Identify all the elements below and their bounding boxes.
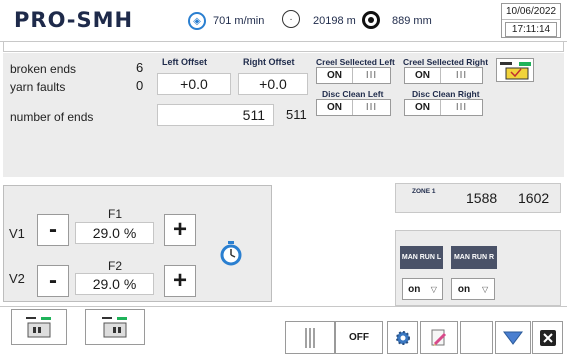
zone-label: ZONE 1 [412, 188, 436, 195]
creel-right-icon [102, 317, 127, 338]
right-offset-input[interactable]: +0.0 [238, 73, 308, 95]
bars-icon [305, 327, 315, 348]
right-offset-label: Right Offset [243, 57, 295, 67]
edit-report-button[interactable] [420, 321, 458, 354]
f2-label: F2 [108, 259, 123, 273]
length-readout: 20198 m [313, 15, 356, 27]
number-of-ends-value: 511 [286, 107, 307, 122]
off-button[interactable]: OFF [335, 321, 383, 354]
stopwatch-icon [220, 241, 242, 266]
broken-ends-label: broken ends [10, 62, 77, 76]
diameter-readout: 889 mm [392, 15, 432, 27]
creel-left-label: Creel Sellected Left [316, 57, 395, 67]
left-offset-label: Left Offset [162, 57, 207, 67]
status-strip [3, 42, 564, 52]
timer-button[interactable] [218, 240, 244, 266]
run-toggle-indicator[interactable] [285, 321, 335, 354]
f1-decrease-button[interactable]: - [37, 214, 69, 246]
man-run-right-button[interactable]: MAN RUN R [451, 246, 497, 269]
left-offset-input[interactable]: +0.0 [157, 73, 231, 95]
man-run-left-button[interactable]: MAN RUN L [400, 246, 443, 269]
chevron-down-icon: ▽ [430, 284, 437, 294]
yarn-faults-value: 0 [136, 78, 144, 93]
f2-increase-button[interactable]: + [164, 265, 196, 297]
broken-ends-value: 6 [136, 60, 144, 75]
datetime-display: 10/06/2022 17:11:14 [501, 3, 561, 38]
number-of-ends-input[interactable]: 511 [157, 104, 274, 126]
diameter-icon [362, 11, 380, 29]
creel-right-button[interactable] [85, 309, 145, 345]
yarn-faults-label: yarn faults [10, 80, 66, 94]
creel-right-label: Creel Sellected Right [403, 57, 489, 67]
gear-icon [395, 330, 410, 345]
date-text: 10/06/2022 [502, 4, 560, 20]
blank-button[interactable] [460, 321, 493, 354]
zone-value-1: 1588 [466, 190, 498, 206]
creel-settings-button[interactable] [496, 58, 534, 82]
close-icon [539, 329, 556, 346]
edit-document-icon [431, 329, 447, 346]
scroll-down-button[interactable] [495, 321, 531, 354]
number-of-ends-label: number of ends [10, 110, 94, 124]
creel-left-icon [26, 317, 51, 338]
creel-left-button[interactable] [11, 309, 67, 345]
f1-increase-button[interactable]: + [164, 214, 196, 246]
logo: PRO-SMH [14, 8, 134, 32]
length-icon: · [282, 10, 300, 28]
header-bar: PRO-SMH ◈ 701 m/min · 20198 m 889 mm 10/… [0, 0, 567, 42]
disc-right-label: Disc Clean Right [412, 89, 480, 99]
creel-right-toggle[interactable]: ON III [404, 67, 483, 84]
triangle-down-icon [503, 331, 523, 345]
v1-label: V1 [9, 226, 25, 241]
time-text: 17:11:14 [505, 22, 557, 37]
disc-left-label: Disc Clean Left [322, 89, 384, 99]
f2-decrease-button[interactable]: - [37, 265, 69, 297]
chevron-down-icon: ▽ [481, 284, 489, 294]
f1-label: F1 [108, 207, 123, 221]
man-run-left-select[interactable]: on ▽ [402, 278, 443, 300]
creel-left-toggle[interactable]: ON III [316, 67, 391, 84]
zone-value-2: 1602 [518, 190, 550, 206]
speed-readout: 701 m/min [213, 15, 265, 27]
disc-right-toggle[interactable]: ON III [404, 99, 483, 116]
creel-settings-icon [500, 62, 531, 80]
disc-left-toggle[interactable]: ON III [316, 99, 391, 116]
speed-icon: ◈ [188, 12, 206, 30]
man-run-right-select[interactable]: on ▽ [451, 278, 495, 300]
exit-button[interactable] [532, 321, 563, 354]
v2-label: V2 [9, 271, 25, 286]
f2-input[interactable]: 29.0 % [75, 273, 154, 295]
f1-input[interactable]: 29.0 % [75, 222, 154, 244]
settings-button[interactable] [387, 321, 418, 354]
